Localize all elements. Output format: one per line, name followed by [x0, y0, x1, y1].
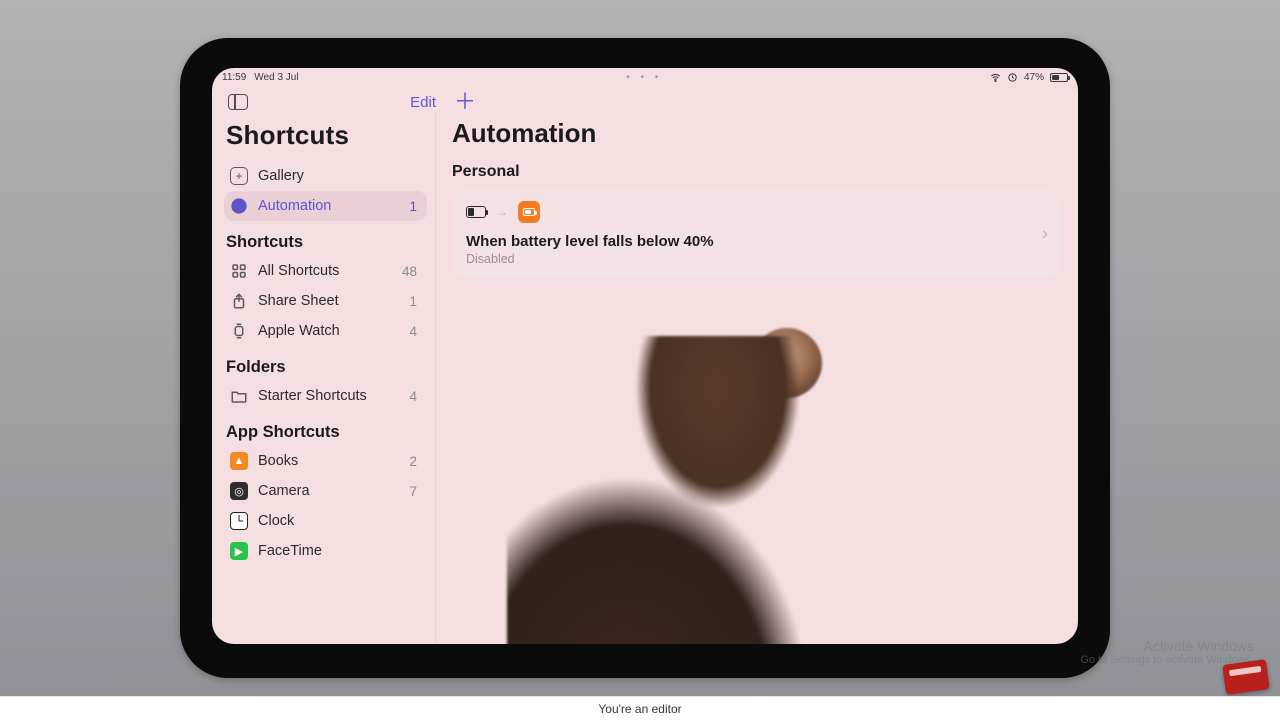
photo-backdrop: 11:59 Wed 3 Jul • • • 47% Edit ＋ — [0, 0, 1280, 720]
ipad-screen: 11:59 Wed 3 Jul • • • 47% Edit ＋ — [212, 68, 1078, 644]
status-date: Wed 3 Jul — [254, 72, 298, 83]
chevron-right-icon: › — [1042, 223, 1048, 244]
orientation-lock-icon — [1007, 72, 1018, 83]
sidebar-item-label: Share Sheet — [258, 293, 339, 309]
automation-title: When battery level falls below 40% — [466, 233, 1046, 250]
sidebar-item-label: Automation — [258, 198, 331, 214]
low-power-action-icon — [518, 201, 540, 223]
editor-status-bar: You're an editor — [0, 696, 1280, 720]
section-heading-personal: Personal — [452, 149, 1060, 189]
battery-trigger-icon — [466, 206, 486, 218]
sidebar-item-count: 48 — [402, 264, 417, 279]
status-battery-pct: 47% — [1024, 72, 1044, 83]
sidebar-item-label: Books — [258, 453, 298, 469]
main-pane: Automation Personal → When battery level… — [436, 114, 1078, 644]
status-bar: 11:59 Wed 3 Jul • • • 47% — [212, 68, 1078, 82]
sidebar-item-label: FaceTime — [258, 543, 322, 559]
sidebar-item-books[interactable]: ▲ Books 2 — [224, 446, 427, 476]
sidebar-item-clock[interactable]: Clock — [224, 506, 427, 536]
sidebar: Shortcuts Gallery Automation 1 Shortcuts — [212, 114, 436, 644]
sidebar-item-share-sheet[interactable]: Share Sheet 1 — [224, 286, 427, 316]
automation-row[interactable]: → When battery level falls below 40% Dis… — [452, 189, 1060, 278]
watch-icon — [230, 322, 248, 340]
sidebar-item-gallery[interactable]: Gallery — [224, 161, 427, 191]
automation-icons-row: → — [466, 201, 1046, 223]
sidebar-item-count: 7 — [409, 484, 417, 499]
sidebar-item-count: 1 — [409, 199, 417, 214]
sidebar-item-label: All Shortcuts — [258, 263, 339, 279]
automation-status: Disabled — [466, 250, 1046, 266]
arrow-right-icon: → — [496, 205, 508, 219]
facetime-app-icon: ▶ — [230, 542, 248, 560]
red-object-corner — [1222, 659, 1270, 695]
gallery-icon — [230, 167, 248, 185]
sidebar-item-count: 4 — [409, 324, 417, 339]
grid-icon — [230, 262, 248, 280]
sidebar-item-count: 2 — [409, 454, 417, 469]
toolbar: Edit ＋ — [212, 82, 1078, 114]
sidebar-item-label: Camera — [258, 483, 310, 499]
sidebar-item-label: Gallery — [258, 168, 304, 184]
sidebar-item-count: 1 — [409, 294, 417, 309]
battery-icon — [1050, 73, 1068, 82]
folder-icon — [230, 387, 248, 405]
sidebar-item-label: Clock — [258, 513, 294, 529]
sidebar-item-facetime[interactable]: ▶ FaceTime — [224, 536, 427, 566]
edit-button[interactable]: Edit — [410, 94, 436, 111]
sidebar-title: Shortcuts — [224, 118, 427, 161]
home-indicator[interactable] — [560, 634, 730, 638]
status-time: 11:59 — [222, 72, 246, 83]
sidebar-item-label: Apple Watch — [258, 323, 340, 339]
ipad-bezel: 11:59 Wed 3 Jul • • • 47% Edit ＋ — [180, 38, 1110, 678]
sidebar-item-count: 4 — [409, 389, 417, 404]
automation-icon — [230, 197, 248, 215]
sidebar-section-folders: Folders — [224, 346, 427, 381]
sidebar-section-shortcuts: Shortcuts — [224, 221, 427, 256]
sidebar-item-automation[interactable]: Automation 1 — [224, 191, 427, 221]
share-icon — [230, 292, 248, 310]
sidebar-item-label: Starter Shortcuts — [258, 388, 367, 404]
multitask-dots-icon[interactable]: • • • — [299, 72, 990, 83]
add-button[interactable]: ＋ — [454, 95, 476, 109]
sidebar-item-all-shortcuts[interactable]: All Shortcuts 48 — [224, 256, 427, 286]
wifi-icon — [990, 72, 1001, 83]
clock-app-icon — [230, 512, 248, 530]
sidebar-item-camera[interactable]: ◎ Camera 7 — [224, 476, 427, 506]
camera-app-icon: ◎ — [230, 482, 248, 500]
page-title: Automation — [452, 116, 1060, 149]
sidebar-section-app-shortcuts: App Shortcuts — [224, 411, 427, 446]
sidebar-toggle-icon[interactable] — [228, 94, 248, 110]
books-app-icon: ▲ — [230, 452, 248, 470]
editor-status-text: You're an editor — [598, 702, 681, 716]
sidebar-item-apple-watch[interactable]: Apple Watch 4 — [224, 316, 427, 346]
sidebar-item-starter-shortcuts[interactable]: Starter Shortcuts 4 — [224, 381, 427, 411]
status-right: 47% — [990, 72, 1068, 83]
